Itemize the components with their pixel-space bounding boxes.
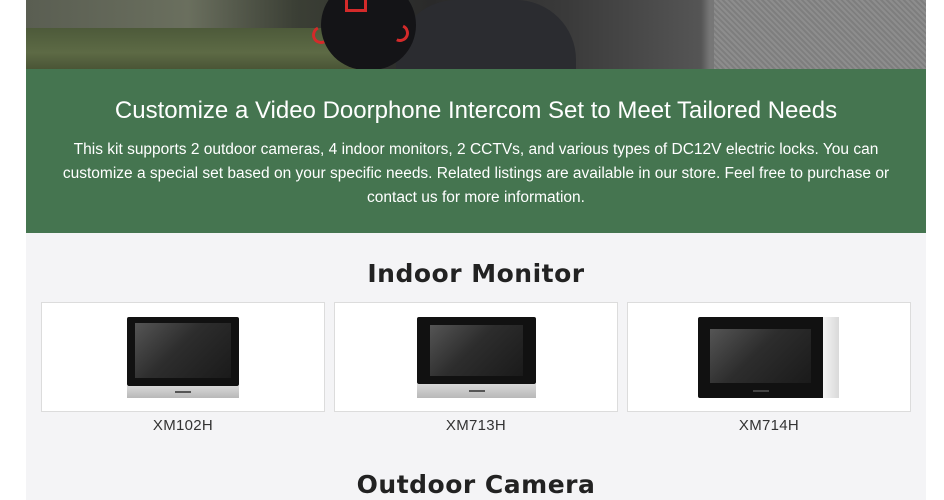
product-model-label[interactable]: XM102H	[41, 417, 325, 434]
customize-banner: Customize a Video Doorphone Intercom Set…	[26, 69, 926, 233]
camera-detection-icon	[345, 0, 367, 12]
banner-description: This kit supports 2 outdoor cameras, 4 i…	[62, 141, 890, 206]
monitor-image	[417, 317, 536, 398]
indoor-monitor-heading: Indoor Monitor	[367, 259, 585, 288]
product-model-label[interactable]: XM713H	[334, 417, 618, 434]
product-card-xm713h[interactable]	[334, 302, 618, 412]
banner-title: Customize a Video Doorphone Intercom Set…	[114, 97, 838, 124]
outdoor-camera-heading: Outdoor Camera	[356, 470, 596, 499]
hero-image	[26, 0, 926, 69]
product-description-page: Customize a Video Doorphone Intercom Set…	[26, 0, 926, 500]
product-card-xm714h[interactable]	[627, 302, 911, 412]
product-card-xm102h[interactable]	[41, 302, 325, 412]
product-model-label[interactable]: XM714H	[627, 417, 911, 434]
hero-wall-background	[714, 0, 926, 69]
product-showcase: Indoor Monitor XM102H XM713H XM714H Outd…	[26, 233, 926, 500]
monitor-image	[698, 317, 841, 398]
hero-person-body	[396, 0, 576, 69]
hero-grass-background	[26, 28, 356, 69]
monitor-image	[127, 317, 239, 398]
